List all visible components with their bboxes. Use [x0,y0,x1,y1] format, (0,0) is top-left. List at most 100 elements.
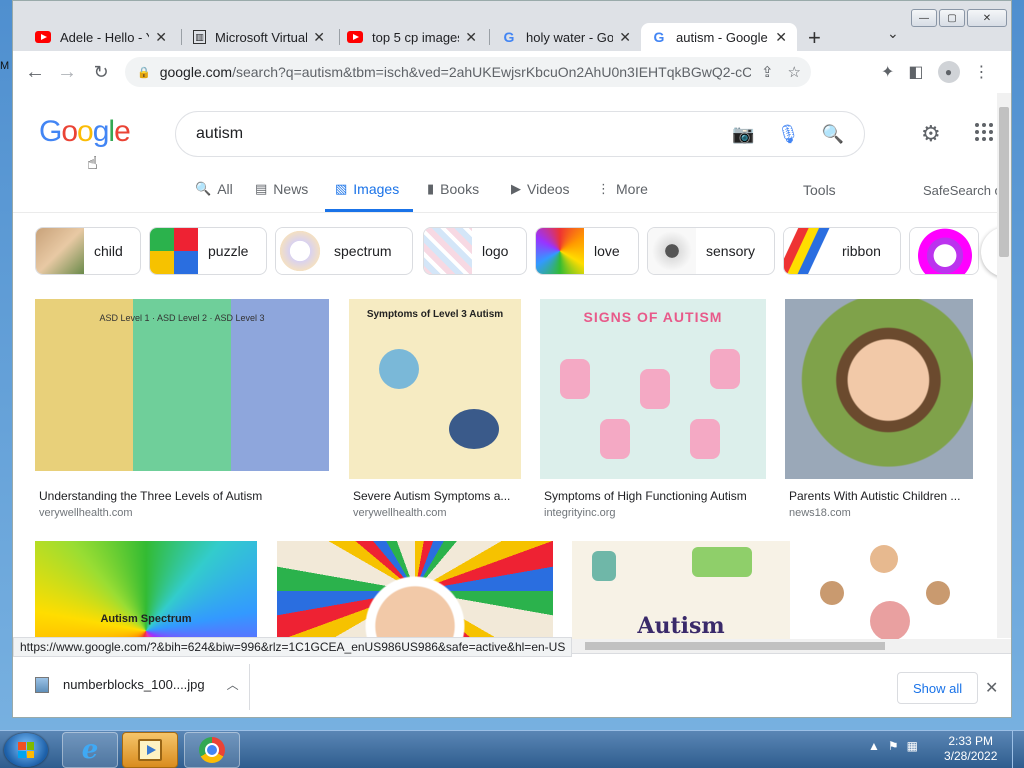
result-caption[interactable]: Symptoms of High Functioning Autism [544,489,770,503]
result-source[interactable]: news18.com [789,507,851,519]
tab-autism[interactable]: G autism - Google Search ✕ [641,23,797,51]
result-caption[interactable]: Parents With Autistic Children ... [789,489,975,503]
tab-title: autism - Google Search [676,29,769,45]
chip-puzzle[interactable]: puzzle [149,227,267,275]
chip-love[interactable]: love [535,227,639,275]
result-card[interactable] [277,541,553,641]
close-tab-icon[interactable]: ✕ [465,29,477,46]
result-image[interactable]: Autism Spectrum [35,541,257,641]
browser-toolbar: ← → ↻ 🔒 google.com/search?q=autism&tbm=i… [13,51,1011,93]
minimize-button[interactable]: — [911,9,937,27]
chip-partial[interactable] [909,227,979,275]
result-image[interactable] [277,541,553,641]
tab-microsoft-virtual-pc[interactable]: ▥ Microsoft Virtual PC ✕ [183,23,335,51]
close-window-button[interactable]: ✕ [967,9,1007,27]
result-image[interactable]: Symptoms of Level 3 Autism [349,299,521,479]
status-bubble-url: https://www.google.com/?&bih=624&biw=996… [13,637,573,657]
tab-search-chevron-icon[interactable]: ⌄ [887,25,899,42]
extensions-puzzle-icon[interactable]: ✦ [881,62,894,82]
youtube-icon [347,29,363,45]
chip-spectrum[interactable]: spectrum [275,227,413,275]
tools-button[interactable]: Tools [803,182,836,198]
result-source[interactable]: verywellhealth.com [353,507,447,519]
download-filename[interactable]: numberblocks_100....jpg [63,677,205,692]
new-tab-button[interactable]: + [808,25,821,51]
download-item[interactable]: numberblocks_100....jpg ︿ [35,676,239,693]
profile-avatar[interactable]: ● [937,61,960,83]
result-image-title: Autism [637,613,725,639]
maximize-button[interactable]: ▢ [939,9,965,27]
tab-books[interactable]: ▮ Books [427,179,479,212]
image-icon: ▧ [335,181,348,196]
vertical-scrollbar[interactable] [997,93,1011,638]
forward-arrow-icon[interactable]: → [55,60,79,84]
search-icon[interactable]: 🔍 [822,124,844,145]
chevron-up-icon[interactable]: ︿ [227,676,239,693]
tab-adele[interactable]: Adele - Hello - YouTube ✕ [25,23,177,51]
result-image[interactable]: ASD Level 1 · ASD Level 2 · ASD Level 3 [35,299,329,471]
result-image[interactable] [810,541,976,641]
chip-logo[interactable]: logo [423,227,527,275]
microphone-icon[interactable]: 🎙 [777,124,800,145]
reload-icon[interactable]: ↻ [89,60,113,84]
network-icon[interactable]: ▦ [907,739,918,753]
horizontal-scrollbar[interactable] [571,639,1011,653]
show-desktop-button[interactable] [1012,731,1024,768]
tab-top5-cp-images[interactable]: top 5 cp images ✕ [337,23,487,51]
tab-holy-water[interactable]: G holy water - Google ✕ [491,23,641,51]
result-card[interactable]: Autism [572,541,790,641]
result-card[interactable]: SIGNS OF AUTISM Symptoms of High Functio… [540,299,768,525]
search-input[interactable]: autism [196,125,732,143]
result-card[interactable]: Symptoms of Level 3 Autism Severe Autism… [349,299,523,525]
result-card[interactable]: Parents With Autistic Children ... news1… [785,299,975,525]
google-logo[interactable]: Google [39,115,131,149]
image-file-icon [35,676,49,693]
chrome-icon[interactable] [184,732,240,768]
clock[interactable]: 2:33 PM 3/28/2022 [944,734,997,764]
safesearch-label[interactable]: SafeSearch o [923,183,1002,198]
action-center-flag-icon[interactable]: ⚑ [888,739,899,753]
show-all-button[interactable]: Show all [897,672,979,704]
camera-search-icon[interactable]: 📷 [732,124,754,145]
close-tab-icon[interactable]: ✕ [619,29,631,46]
result-image[interactable]: Autism [572,541,790,641]
chrome-menu-icon[interactable]: ⋮ [974,62,990,82]
search-box[interactable]: autism 📷 🎙 🔍 [175,111,865,157]
chip-thumbnail [150,228,198,274]
chip-sensory[interactable]: sensory [647,227,775,275]
close-tab-icon[interactable]: ✕ [775,29,787,46]
tray-expand-icon[interactable]: ▲ [868,739,880,753]
address-bar[interactable]: 🔒 google.com/search?q=autism&tbm=isch&ve… [125,57,811,87]
side-panel-icon[interactable]: ◧ [908,62,923,82]
chip-ribbon[interactable]: ribbon [783,227,901,275]
result-caption[interactable]: Severe Autism Symptoms a... [353,489,523,503]
tab-news[interactable]: ▤ News [255,179,308,212]
tab-more[interactable]: ⋮ More [597,179,648,212]
bookmark-star-icon[interactable]: ☆ [788,63,801,81]
start-button[interactable] [4,733,48,767]
share-icon[interactable]: ⇪ [761,63,774,81]
media-player-icon[interactable] [122,732,178,768]
result-image[interactable]: SIGNS OF AUTISM [540,299,766,479]
chip-thumbnail [276,228,324,274]
settings-gear-icon[interactable]: ⚙ [921,121,941,147]
clock-time: 2:33 PM [948,734,994,748]
close-tab-icon[interactable]: ✕ [313,29,325,46]
result-image[interactable] [785,299,973,479]
chip-child[interactable]: child [35,227,141,275]
tab-videos[interactable]: ▶ Videos [511,179,570,212]
result-source[interactable]: integrityinc.org [544,507,616,519]
tab-all[interactable]: 🔍 All [195,179,233,212]
internet-explorer-icon[interactable]: e [62,732,118,768]
close-tab-icon[interactable]: ✕ [155,29,167,46]
tab-title: Adele - Hello - YouTube [60,29,149,45]
result-caption[interactable]: Understanding the Three Levels of Autism [39,489,333,503]
back-arrow-icon[interactable]: ← [23,60,47,84]
google-apps-icon[interactable] [975,123,993,141]
close-download-bar-icon[interactable]: ✕ [985,678,998,698]
result-card[interactable]: Autism Spectrum [35,541,257,641]
tab-images[interactable]: ▧ Images [325,179,413,212]
result-source[interactable]: verywellhealth.com [39,507,133,519]
result-card[interactable] [810,541,976,641]
result-card[interactable]: ASD Level 1 · ASD Level 2 · ASD Level 3 … [35,299,331,525]
